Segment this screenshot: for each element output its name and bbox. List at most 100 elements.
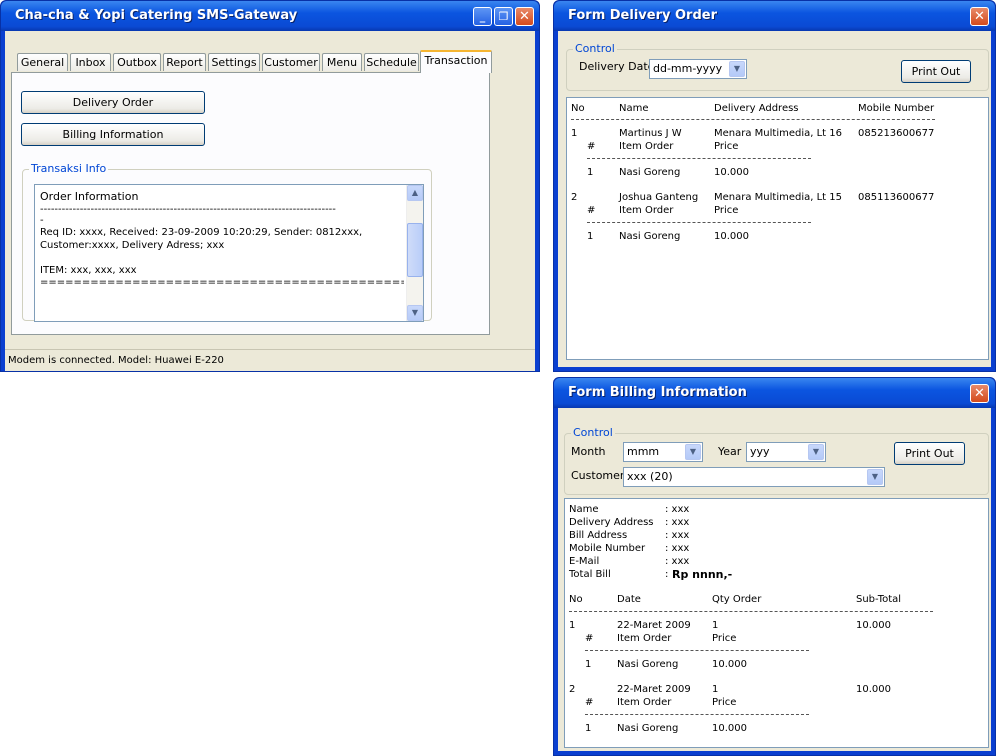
main-titlebar[interactable]: Cha-cha & Yopi Catering SMS-Gateway _ ❐ … [1,1,539,31]
print-out-button[interactable]: Print Out [894,442,965,465]
item-name: Nasi Goreng [617,659,679,670]
item-no: 1 [587,231,594,242]
item-price-header: Price [712,697,737,708]
month-select[interactable]: mmm ▼ [623,442,703,462]
close-icon[interactable]: ✕ [970,384,989,403]
item-name: Nasi Goreng [617,723,679,734]
chevron-down-icon[interactable]: ▼ [729,61,745,77]
item-order-header: Item Order [617,697,672,708]
item-no: 1 [587,167,594,178]
col-header-name: Name [619,103,649,114]
customer-select[interactable]: xxx (20) ▼ [623,467,885,487]
scroll-down-icon[interactable]: ▼ [407,305,423,321]
row-no: 2 [569,684,576,695]
tab-settings[interactable]: Settings [208,53,260,71]
billing-titlebar[interactable]: Form Billing Information ✕ [554,378,995,408]
billing-client-area: Control Month mmm ▼ Year yyy ▼ Print Out… [558,408,991,751]
col-header-address: Delivery Address [714,103,799,114]
col-header-no: No [571,103,585,114]
chevron-down-icon[interactable]: ▼ [808,444,824,460]
billing-list[interactable]: Name Delivery Address Bill Address Mobil… [564,498,989,748]
col-header-subtotal: Sub-Total [856,594,902,605]
item-hash-header: # [587,205,596,216]
restore-icon[interactable]: ❐ [494,7,513,26]
row-date: 22-Maret 2009 [617,684,691,695]
transaksi-info-group: Transaksi Info Order Information -------… [22,162,432,322]
close-icon[interactable]: ✕ [515,7,534,26]
billing-window-title: Form Billing Information [568,385,747,400]
control-label: Control [573,42,617,55]
memo-dash: - [40,215,44,226]
row-address: Menara Multimedia, Lt 15 [714,192,843,203]
delivery-order-button[interactable]: Delivery Order [21,91,205,114]
item-name: Nasi Goreng [619,231,681,242]
memo-item-line: ITEM: xxx, xxx, xxx [40,265,137,276]
item-price-header: Price [714,205,739,216]
memo-separator: ----------------------------------------… [40,204,336,215]
tab-general[interactable]: General [17,53,68,71]
delivery-window-title: Form Delivery Order [568,8,717,23]
info-bill-label: Bill Address [569,530,628,541]
scroll-up-icon[interactable]: ▲ [407,185,423,201]
item-name: Nasi Goreng [619,167,681,178]
col-header-qty: Qty Order [712,594,762,605]
row-name: Joshua Ganteng [619,192,699,203]
row-subtotal: 10.000 [856,684,891,695]
item-order-header: Item Order [619,205,674,216]
print-out-button[interactable]: Print Out [901,60,971,83]
scroll-thumb[interactable] [407,223,423,277]
item-hash-header: # [585,633,594,644]
chevron-down-icon[interactable]: ▼ [685,444,701,460]
main-window-title: Cha-cha & Yopi Catering SMS-Gateway [15,8,298,23]
info-total-colon: : [665,569,669,580]
delivery-list[interactable]: No Name Delivery Address Mobile Number 1… [566,97,989,360]
item-hash-header: # [587,141,596,152]
row-date: 22-Maret 2009 [617,620,691,631]
memo-customer-line: Customer:xxxx, Delivery Adress; xxx [40,240,225,251]
minimize-icon[interactable]: _ [473,7,492,26]
memo-equals-line: ========================================… [40,277,404,288]
delivery-date-select[interactable]: dd-mm-yyyy ▼ [649,59,747,79]
item-divider [587,158,811,159]
status-bar: Modem is connected. Model: Huawei E-220 [5,349,535,371]
tab-outbox[interactable]: Outbox [113,53,161,71]
main-window: Cha-cha & Yopi Catering SMS-Gateway _ ❐ … [0,0,540,372]
tab-customer[interactable]: Customer [262,53,320,71]
info-total-value: Rp nnnn,- [672,568,733,581]
memo-scrollbar[interactable]: ▲ ▼ [406,185,423,321]
tab-report[interactable]: Report [163,53,206,71]
info-email-label: E-Mail [569,556,600,567]
main-client-area: General Inbox Outbox Report Settings Cus… [5,31,535,367]
delivery-client-area: Control Delivery Date dd-mm-yyyy ▼ Print… [558,31,991,367]
tab-transaction[interactable]: Transaction [420,50,492,73]
transaction-panel: Delivery Order Billing Information Trans… [11,72,490,335]
tab-schedule[interactable]: Schedule [364,53,419,71]
item-divider [585,714,809,715]
customer-value: xxx (20) [627,470,673,483]
chevron-down-icon[interactable]: ▼ [867,469,883,485]
order-information-memo[interactable]: Order Information ----------------------… [34,184,424,322]
item-divider [585,650,809,651]
close-icon[interactable]: ✕ [970,7,989,26]
tab-inbox[interactable]: Inbox [70,53,111,71]
month-value: mmm [627,445,660,458]
month-label: Month [571,445,606,458]
row-no: 1 [569,620,576,631]
header-divider [571,119,935,120]
row-no: 1 [571,128,578,139]
col-header-mobile: Mobile Number [858,103,935,114]
memo-title: Order Information [40,190,139,203]
tab-menu[interactable]: Menu [322,53,362,71]
year-select[interactable]: yyy ▼ [746,442,826,462]
billing-information-button[interactable]: Billing Information [21,123,205,146]
item-price: 10.000 [714,167,749,178]
info-name-value: : xxx [665,504,690,515]
row-name: Martinus J W [619,128,682,139]
row-no: 2 [571,192,578,203]
info-email-value: : xxx [665,556,690,567]
delivery-titlebar[interactable]: Form Delivery Order ✕ [554,1,995,31]
year-value: yyy [750,445,770,458]
delivery-date-value: dd-mm-yyyy [653,62,723,75]
row-qty: 1 [712,684,719,695]
control-label: Control [571,426,615,439]
